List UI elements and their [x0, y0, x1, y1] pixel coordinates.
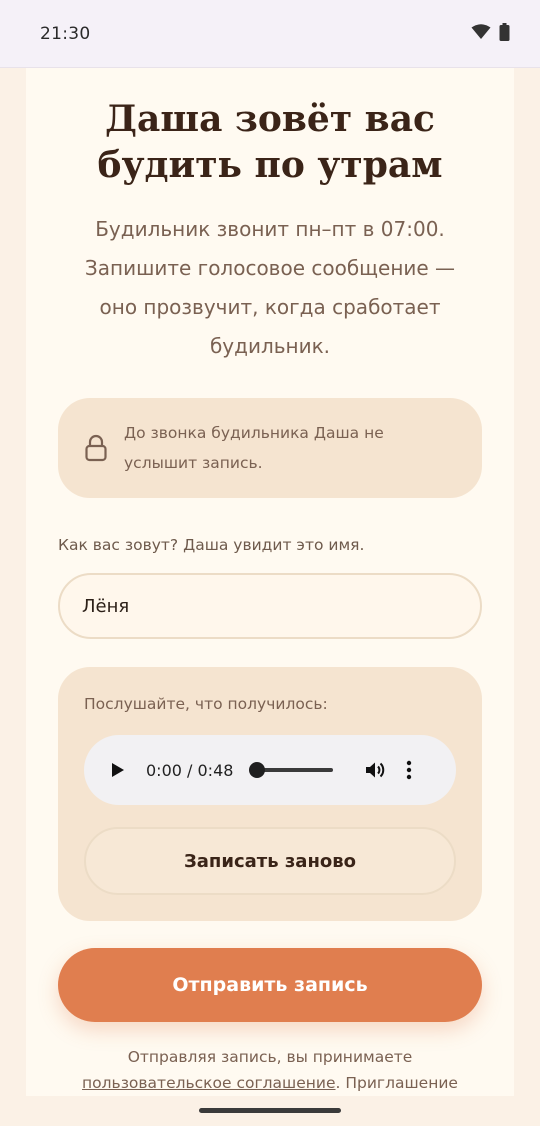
- user-agreement-link[interactable]: пользовательское соглашение: [82, 1074, 335, 1092]
- privacy-notice: До звонка будильника Даша не услышит зап…: [58, 398, 482, 498]
- audio-time: 0:00 / 0:48: [146, 760, 234, 780]
- audio-player: 0:00 / 0:48: [84, 735, 456, 805]
- play-icon[interactable]: [108, 760, 128, 780]
- rerecord-button[interactable]: Записать заново: [84, 827, 456, 895]
- audio-progress-slider[interactable]: [249, 762, 334, 778]
- page-subtitle: Будильник звонит пн–пт в 07:00. Запишите…: [84, 217, 456, 358]
- send-recording-button[interactable]: Отправить запись: [58, 948, 482, 1022]
- status-time: 21:30: [40, 23, 91, 44]
- listen-panel: Послушайте, что получилось: 0:00 / 0:48 …: [58, 667, 482, 921]
- home-indicator[interactable]: [199, 1108, 341, 1113]
- legal-text: Отправляя запись, вы принимаете пользова…: [26, 1044, 514, 1096]
- listen-label: Послушайте, что получилось:: [84, 695, 328, 713]
- status-icons: [471, 22, 510, 45]
- audio-progress-thumb[interactable]: [249, 762, 266, 778]
- legal-prefix: Отправляя запись, вы принимаете: [127, 1048, 413, 1066]
- main-card: Даша зовёт вас будить по утрам Будильник…: [26, 68, 514, 1096]
- status-bar: 21:30: [0, 0, 540, 68]
- more-options-icon[interactable]: [405, 759, 413, 781]
- notice-text: До звонка будильника Даша не услышит зап…: [124, 424, 384, 472]
- lock-icon: [84, 434, 108, 462]
- wifi-icon: [471, 23, 491, 44]
- volume-icon[interactable]: [363, 758, 387, 782]
- navigation-bar: [0, 1096, 540, 1126]
- legal-suffix: . Приглашение: [335, 1074, 458, 1092]
- page-title: Даша зовёт вас будить по утрам: [97, 98, 443, 186]
- battery-icon: [499, 22, 510, 45]
- name-field-label: Как вас зовут? Даша увидит это имя.: [58, 536, 365, 554]
- name-input[interactable]: [58, 573, 482, 639]
